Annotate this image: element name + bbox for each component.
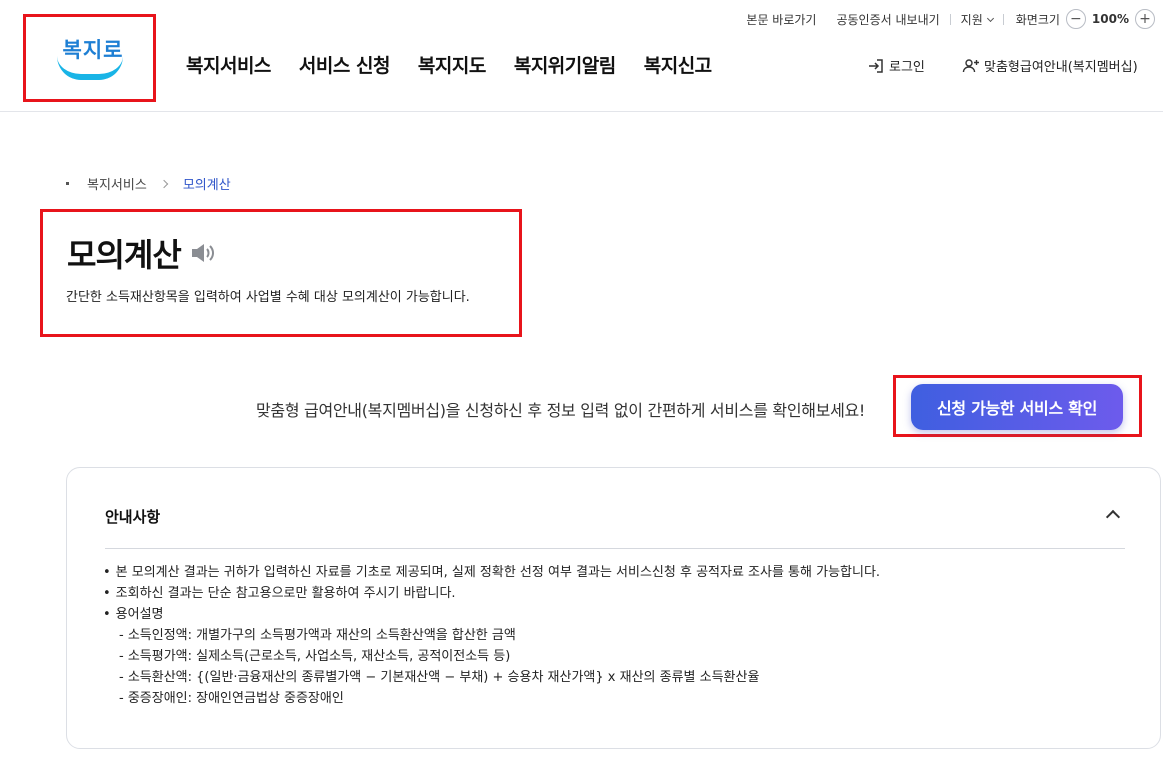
utility-bar: 본문 바로가기 공동인증서 내보내기 지원 화면크기 − 100% + (736, 8, 1155, 30)
nav-welfare-map[interactable]: 복지지도 (418, 51, 486, 78)
term-item: 소득환산액: {(일반·금융재산의 종류별가액 − 기본재산액 − 부채) + … (103, 667, 880, 688)
page-title-row: 모의계산 (67, 230, 217, 276)
zoom-value: 100% (1091, 12, 1129, 26)
notice-panel: 안내사항 본 모의계산 결과는 귀하가 입력하신 자료를 기초로 제공되며, 실… (66, 467, 1161, 749)
notice-item: 본 모의계산 결과는 귀하가 입력하신 자료를 기초로 제공되며, 실제 정확한… (103, 562, 880, 583)
notice-list: 본 모의계산 결과는 귀하가 입력하신 자료를 기초로 제공되며, 실제 정확한… (103, 562, 880, 709)
zoom-in-button[interactable]: + (1135, 9, 1155, 29)
support-label: 지원 (960, 12, 983, 27)
term-item: 소득평가액: 실제소득(근로소득, 사업소득, 재산소득, 공적이전소득 등) (103, 646, 880, 667)
title-highlight-box: 모의계산 간단한 소득재산항목을 입력하여 사업별 수혜 대상 모의계산이 가능… (40, 209, 522, 337)
main-navigation: 복지서비스 서비스 신청 복지지도 복지위기알림 복지신고 (186, 51, 740, 78)
breadcrumb-current: 모의계산 (182, 178, 231, 193)
zoom-label: 화면크기 (1015, 12, 1060, 27)
notice-item-terms: 용어설명 소득인정액: 개별가구의 소득평가액과 재산의 소득환산액을 합산한 … (103, 604, 880, 709)
site-logo[interactable]: 복지로 (55, 32, 125, 84)
membership-link[interactable]: 맞춤형급여안내(복지멤버십) (962, 56, 1138, 75)
term-item: 소득인정액: 개별가구의 소득평가액과 재산의 소득환산액을 합산한 금액 (103, 625, 880, 646)
login-link[interactable]: 로그인 (867, 56, 925, 75)
speaker-icon[interactable] (189, 241, 217, 265)
user-add-icon (962, 58, 979, 72)
breadcrumb-parent[interactable]: 복지서비스 (87, 174, 147, 193)
nav-welfare-report[interactable]: 복지신고 (644, 51, 712, 78)
zoom-out-button[interactable]: − (1065, 9, 1086, 29)
cert-export-link[interactable]: 공동인증서 내보내기 (826, 11, 949, 28)
home-bullet-icon (66, 182, 69, 185)
membership-promo-text: 맞춤형 급여안내(복지멤버십)을 신청하신 후 정보 입력 없이 간편하게 서비… (256, 401, 866, 420)
notice-title: 안내사항 (105, 508, 161, 526)
site-header: 복지로 본문 바로가기 공동인증서 내보내기 지원 화면크기 − 100% + … (0, 0, 1163, 112)
nav-service-apply[interactable]: 서비스 신청 (299, 51, 391, 78)
divider (105, 548, 1125, 549)
breadcrumb: 복지서비스 모의계산 (66, 174, 231, 193)
nav-welfare-service[interactable]: 복지서비스 (186, 51, 271, 78)
logo-smile-icon (56, 56, 123, 80)
nav-crisis-alert[interactable]: 복지위기알림 (514, 51, 616, 78)
collapse-toggle-button[interactable] (1104, 506, 1122, 525)
cta-highlight-box: 신청 가능한 서비스 확인 (893, 375, 1142, 437)
logo-highlight-box: 복지로 (23, 14, 156, 102)
login-icon (869, 58, 883, 73)
membership-label: 맞춤형급여안내(복지멤버십) (984, 60, 1138, 75)
page-description: 간단한 소득재산항목을 입력하여 사업별 수혜 대상 모의계산이 가능합니다. (66, 290, 470, 305)
page-title: 모의계산 (67, 236, 182, 274)
term-item: 중증장애인: 장애인연금법상 중증장애인 (103, 688, 880, 709)
terms-list: 소득인정액: 개별가구의 소득평가액과 재산의 소득환산액을 합산한 금액 소득… (103, 625, 880, 709)
support-dropdown[interactable]: 지원 (951, 11, 1003, 28)
terms-heading: 용어설명 (115, 607, 164, 622)
skip-to-content-link[interactable]: 본문 바로가기 (736, 11, 826, 28)
chevron-right-icon (159, 179, 169, 188)
check-available-services-button[interactable]: 신청 가능한 서비스 확인 (911, 384, 1123, 430)
login-label: 로그인 (889, 60, 925, 75)
chevron-up-icon (1105, 509, 1121, 525)
notice-item: 조회하신 결과는 단순 참고용으로만 활용하여 주시기 바랍니다. (103, 583, 880, 604)
chevron-down-icon (986, 14, 994, 22)
